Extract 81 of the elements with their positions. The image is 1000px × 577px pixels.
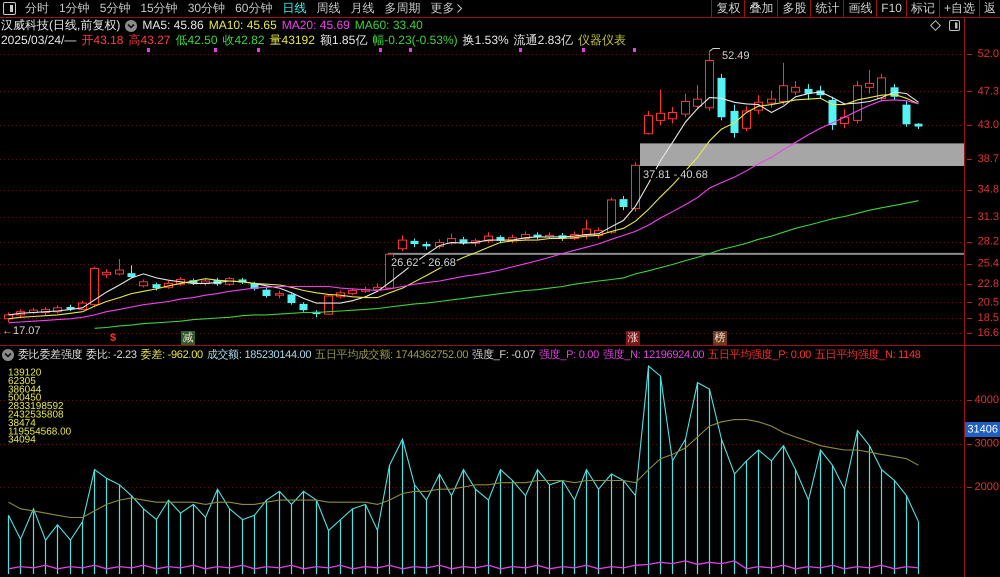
quote-field: 低42.50 — [175, 33, 218, 48]
quote-date: 2025/03/24/— — [1, 33, 76, 48]
diamond-icon[interactable] — [930, 20, 941, 31]
period-tab[interactable]: 30分钟 — [184, 0, 230, 17]
indicator-axis-label: 4000 — [974, 394, 999, 406]
period-tab[interactable]: 周线 — [312, 0, 344, 17]
indicator-reading: 62305 — [8, 376, 36, 387]
signal-label: $ — [110, 332, 116, 344]
indicator-value: 委差: -962.00 — [140, 348, 203, 363]
candlestick — [620, 195, 628, 211]
price-axis-label: 20.5 — [978, 296, 999, 308]
indicator-reading: 38474 — [8, 418, 36, 429]
stock-title: 汉威科技(日线,前复权) — [1, 18, 120, 33]
quote-field: 流通2.83亿 — [514, 33, 574, 48]
price-axis-label: 43.0 — [978, 119, 999, 132]
moving-average-value: MA10: 45.65 — [208, 18, 277, 33]
period-tab[interactable]: 分时 — [21, 0, 53, 17]
dropdown-icon[interactable] — [2, 349, 14, 361]
signal-tag: 榜 — [713, 331, 727, 345]
candlestick — [102, 268, 111, 278]
moving-average-value: MA60: 33.40 — [354, 18, 423, 33]
quote-field: 开43.18 — [81, 33, 124, 48]
period-tab[interactable]: 月线 — [346, 0, 378, 17]
indicator-reading: 2432535808 — [8, 410, 64, 420]
price-axis-label: 25.4 — [978, 258, 999, 270]
candlestick — [718, 73, 726, 121]
quote-field: 仪器仪表 — [578, 33, 626, 48]
moving-average-value: MA5: 45.86 — [142, 18, 204, 33]
indicator-axis-label: 2000 — [974, 481, 999, 493]
candlestick — [262, 288, 270, 298]
indicator-value: 强度_P: 0.00 — [538, 348, 599, 363]
price-axis-label: 16.6 — [978, 327, 999, 339]
indicator-value: 成交额: 185230144.00 — [206, 348, 312, 363]
quote-field: 额1.85亿 — [320, 33, 368, 48]
candlestick — [410, 238, 418, 248]
price-axis-label: 31.3 — [978, 211, 999, 224]
indicator-value: 强度_N: 12196924.00 — [602, 348, 704, 363]
price-axis-label: 38.7 — [978, 152, 999, 165]
candlestick — [288, 293, 296, 306]
period-tab[interactable]: 15分钟 — [136, 0, 182, 17]
indicator-reading: 34094 — [8, 434, 36, 446]
signal-tag: 涨 — [626, 331, 640, 345]
signal-tag: 减 — [181, 331, 195, 345]
candlestick — [300, 302, 308, 312]
moving-average-value: MA20: 45.69 — [282, 18, 350, 33]
period-tab[interactable]: 日线 — [278, 0, 310, 17]
indicator-title: 委比委差强度 — [18, 348, 82, 363]
chevron-right-icon — [457, 4, 462, 13]
period-tab[interactable]: 1分钟 — [55, 0, 94, 17]
high-price-label: 52.49 — [722, 50, 750, 62]
quote-field: 收42.82 — [222, 33, 265, 48]
indicator-reading: 139120 — [8, 368, 42, 378]
period-tab[interactable]: 60分钟 — [231, 0, 276, 17]
price-axis-label: 22.8 — [978, 278, 999, 290]
price-axis-label: 47.3 — [978, 85, 999, 98]
indicator-value: 五日平均强度_N: 1148 — [815, 348, 921, 363]
indicator-value: 委比: -2.23 — [86, 348, 137, 363]
leader-line — [710, 48, 720, 52]
quote-field: 换1.53% — [462, 33, 509, 48]
price-axis-label: 52.0 — [978, 48, 999, 60]
more-menu[interactable]: 更多 — [426, 0, 466, 17]
price-axis-label: 34.8 — [978, 184, 999, 196]
price-axis-label: 28.2 — [978, 236, 999, 248]
period-tab[interactable]: 5分钟 — [96, 0, 134, 17]
candlestick — [840, 108, 849, 129]
quote-field: 幅-0.23(-0.53%) — [372, 33, 458, 48]
candlestick — [730, 104, 738, 138]
indicator-value: 强度_F: -0.07 — [472, 348, 535, 363]
period-tab[interactable]: 多周期 — [380, 0, 424, 17]
quote-field: 高43.27 — [128, 33, 170, 48]
indicator-value: 五日平均成交额: 1744362752.00 — [315, 348, 468, 363]
cursor-value-label: 31406 — [965, 422, 1000, 437]
panel-toggle-icon[interactable] — [3, 2, 16, 15]
dropdown-icon[interactable] — [125, 20, 138, 32]
candlestick — [422, 241, 430, 250]
quote-field: 量43192 — [270, 33, 315, 48]
low-price-label: ←17.07 — [2, 325, 41, 337]
price-axis-label: 18.5 — [978, 312, 999, 324]
panel-toggle-icon[interactable] — [949, 20, 960, 31]
indicator-axis-label: 3000 — [974, 438, 999, 450]
indicator-value: 五日平均强度_P: 0.00 — [708, 348, 811, 363]
